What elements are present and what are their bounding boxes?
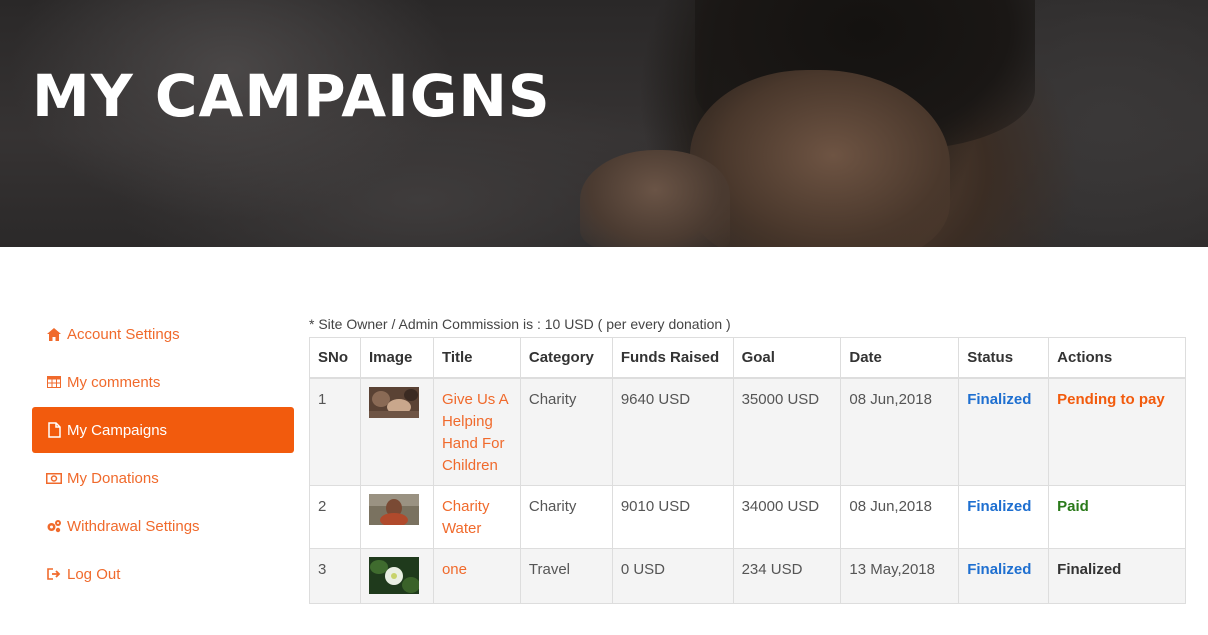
cogs-icon [46,518,62,534]
row-goal: 34000 USD [732,484,842,549]
action-status: Pending to pay [1057,390,1165,408]
page-title: MY CAMPAIGNS [32,62,551,130]
campaign-thumbnail[interactable] [368,493,419,525]
row-category: Travel [519,547,613,604]
sidebar-item-label: Account Settings [67,325,180,343]
money-icon [46,470,62,486]
sidebar-item-label: My Campaigns [67,421,168,439]
column-header: Image [359,337,434,379]
row-goal: 234 USD [732,547,842,604]
campaign-title-link[interactable]: Charity Water [442,498,490,537]
column-header: Funds Raised [611,337,734,379]
sidebar-item-my-campaigns[interactable]: My Campaigns [32,407,294,453]
row-goal: 35000 USD [732,377,842,486]
campaign-thumbnail[interactable] [368,386,419,418]
column-header: Date [840,337,960,379]
campaign-thumbnail[interactable] [368,556,419,594]
column-header: Goal [732,337,842,379]
commission-note: * Site Owner / Admin Commission is : 10 … [309,316,731,332]
sidebar-item-my-donations[interactable]: My Donations [32,455,294,501]
column-header: Title [432,337,521,379]
sidebar-item-label: Withdrawal Settings [67,517,200,535]
file-icon [46,422,62,438]
row-category: Charity [519,377,613,486]
sidebar-item-withdrawal-settings[interactable]: Withdrawal Settings [32,503,294,549]
column-header: SNo [309,337,361,379]
row-funds-raised: 0 USD [611,547,734,604]
campaign-title-link[interactable]: one [442,561,467,578]
hero-banner: MY CAMPAIGNS [0,0,1208,247]
status-badge: Finalized [967,560,1032,578]
table-row: 1 Give Us A Helping Hand For Children Ch… [309,377,1186,486]
campaigns-table: SNo Image Title Category Funds Raised Go… [309,337,1186,604]
row-funds-raised: 9010 USD [611,484,734,549]
sidebar-item-label: My Donations [67,469,159,487]
status-badge: Finalized [967,497,1032,515]
sidebar-item-label: Log Out [67,565,121,583]
status-badge: Finalized [967,390,1032,408]
sidebar: Account Settings My comments My Campaign… [32,311,294,599]
row-date: 08 Jun,2018 [840,377,960,486]
row-category: Charity [519,484,613,549]
row-funds-raised: 9640 USD [611,377,734,486]
home-icon [46,326,62,342]
sidebar-item-log-out[interactable]: Log Out [32,551,294,597]
sidebar-item-my-comments[interactable]: My comments [32,359,294,405]
row-sno: 2 [309,484,361,549]
row-sno: 3 [309,547,361,604]
table-row: 3 one Travel 0 USD 234 USD 13 May,2018 F… [309,547,1186,604]
column-header: Category [519,337,613,379]
row-sno: 1 [309,377,361,486]
column-header: Actions [1048,337,1186,379]
sign-out-icon [46,566,62,582]
table-row: 2 Charity Water Charity 9010 USD 34000 U… [309,484,1186,549]
table-icon [46,374,62,390]
table-header-row: SNo Image Title Category Funds Raised Go… [309,337,1186,379]
row-date: 08 Jun,2018 [840,484,960,549]
action-status: Finalized [1057,560,1122,578]
column-header: Status [958,337,1050,379]
action-status: Paid [1057,497,1089,515]
sidebar-item-label: My comments [67,373,161,391]
row-date: 13 May,2018 [840,547,960,604]
campaign-title-link[interactable]: Give Us A Helping Hand For Children [442,391,508,474]
sidebar-item-account-settings[interactable]: Account Settings [32,311,294,357]
